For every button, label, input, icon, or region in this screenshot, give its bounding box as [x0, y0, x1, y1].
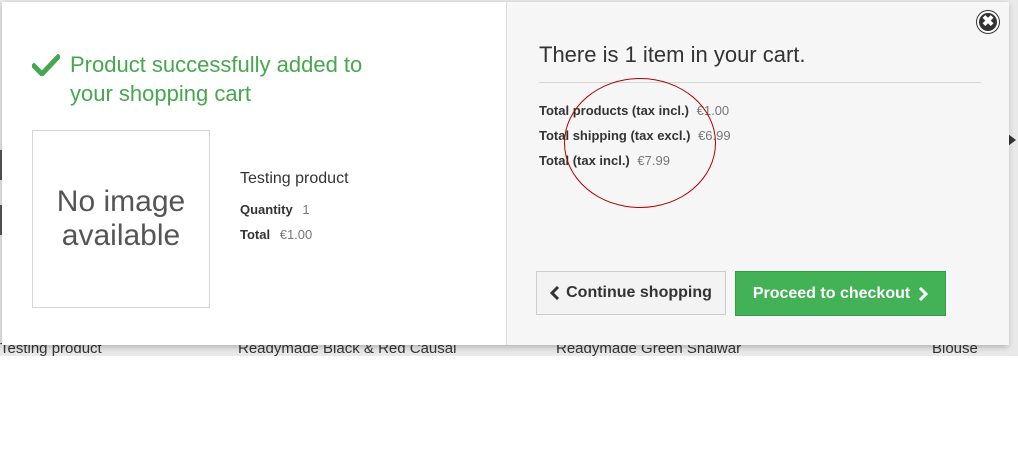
product-name: Testing product — [240, 170, 349, 187]
chevron-left-icon — [550, 286, 560, 300]
divider — [539, 82, 981, 83]
checkout-label: Proceed to checkout — [752, 284, 911, 302]
carousel-next-arrow-icon[interactable] — [1008, 134, 1016, 146]
product-total-value: €1.00 — [279, 227, 313, 242]
success-text: Product successfully added to your shopp… — [70, 52, 363, 106]
cart-title: There is 1 item in your cart. — [539, 42, 806, 67]
continue-shopping-label: Continue shopping — [566, 284, 712, 301]
chevron-right-icon — [919, 286, 929, 301]
product-image-placeholder: No image available — [32, 130, 210, 308]
quantity-label: Quantity — [240, 202, 293, 217]
proceed-to-checkout-button[interactable]: Proceed to checkout — [735, 271, 946, 316]
checkmark-icon — [32, 54, 60, 76]
product-total-label: Total — [240, 227, 271, 242]
product-total-row: Total €1.00 — [240, 227, 312, 242]
product-pane: Product successfully added to your shopp… — [2, 2, 506, 345]
quantity-row: Quantity 1 — [240, 202, 310, 217]
annotation-ellipse — [564, 78, 716, 208]
success-message: Product successfully added to your shopp… — [32, 50, 392, 108]
continue-shopping-button[interactable]: Continue shopping — [536, 271, 726, 315]
no-image-text: No image available — [56, 185, 186, 252]
close-icon[interactable]: ✖ — [977, 11, 999, 33]
quantity-value: 1 — [302, 202, 310, 217]
